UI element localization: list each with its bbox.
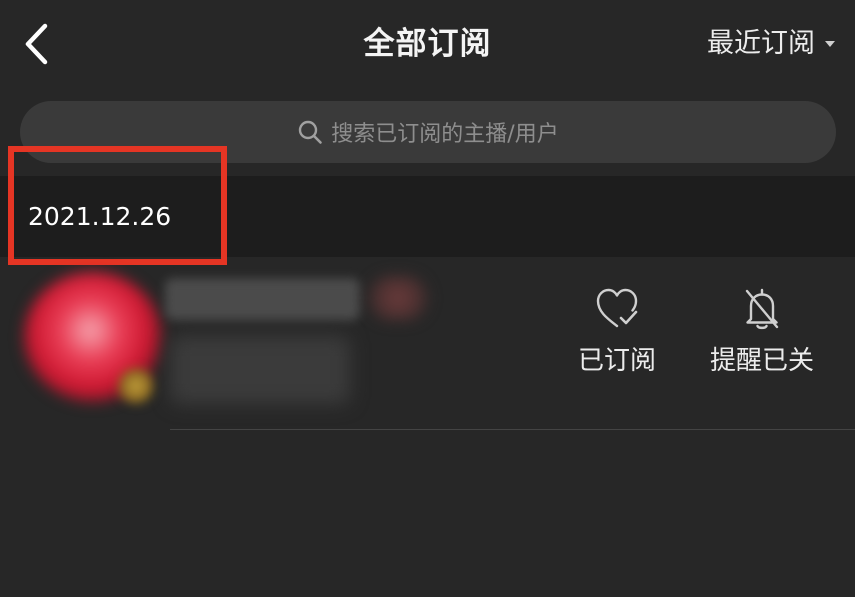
row-divider (170, 429, 855, 430)
heart-check-icon (596, 288, 638, 328)
date-group-header: 2021.12.26 (0, 176, 855, 257)
date-label: 2021.12.26 (28, 202, 172, 231)
subscribed-label: 已订阅 (577, 346, 656, 376)
list-item[interactable]: 已订阅 提醒已关 (0, 258, 855, 429)
caret-down-icon (825, 41, 835, 47)
search-icon (299, 120, 323, 144)
bell-off-icon (745, 288, 779, 330)
sort-dropdown[interactable]: 最近订阅 (707, 22, 835, 66)
search-placeholder: 搜索已订阅的主播/用户 (331, 122, 559, 147)
top-bar: 全部订阅 最近订阅 (0, 0, 855, 88)
avatar-badge (118, 368, 154, 404)
subscribed-button[interactable]: 已订阅 (570, 286, 664, 386)
subscriptions-screen: 全部订阅 最近订阅 搜索已订阅的主播/用户 2021.12.26 已订阅 提醒已… (0, 0, 855, 597)
sort-label: 最近订阅 (707, 28, 815, 59)
reminder-toggle-button[interactable]: 提醒已关 (700, 286, 824, 386)
blurred-username (165, 278, 360, 320)
search-input[interactable]: 搜索已订阅的主播/用户 (20, 101, 836, 163)
reminder-label: 提醒已关 (709, 346, 814, 376)
blurred-level-badge (368, 276, 428, 320)
blurred-description (170, 336, 350, 404)
